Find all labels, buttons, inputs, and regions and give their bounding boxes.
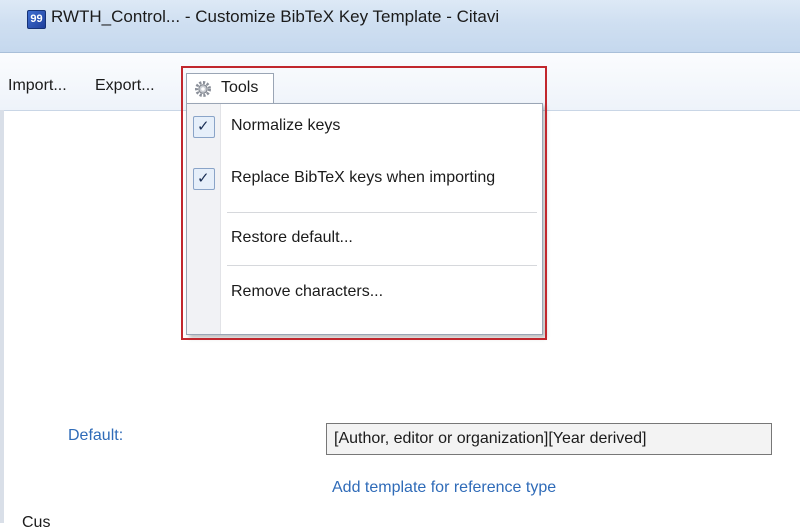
window-left-edge bbox=[0, 110, 4, 523]
cutoff-label: Cus bbox=[22, 514, 51, 531]
menu-import[interactable]: Import... bbox=[8, 77, 67, 95]
default-template-field[interactable]: [Author, editor or organization][Year de… bbox=[326, 423, 772, 455]
window-title: RWTH_Control... - Customize BibTeX Key T… bbox=[51, 7, 500, 26]
default-template-value: [Author, editor or organization][Year de… bbox=[334, 430, 647, 447]
menu-export[interactable]: Export... bbox=[95, 77, 155, 95]
add-template-link[interactable]: Add template for reference type bbox=[332, 479, 556, 497]
annotation-highlight-box bbox=[181, 66, 547, 340]
default-label: Default: bbox=[68, 427, 124, 444]
title-bar: 99 RWTH_Control... - Customize BibTeX Ke… bbox=[0, 0, 800, 53]
citavi-logo-icon[interactable]: 99 bbox=[27, 10, 46, 29]
